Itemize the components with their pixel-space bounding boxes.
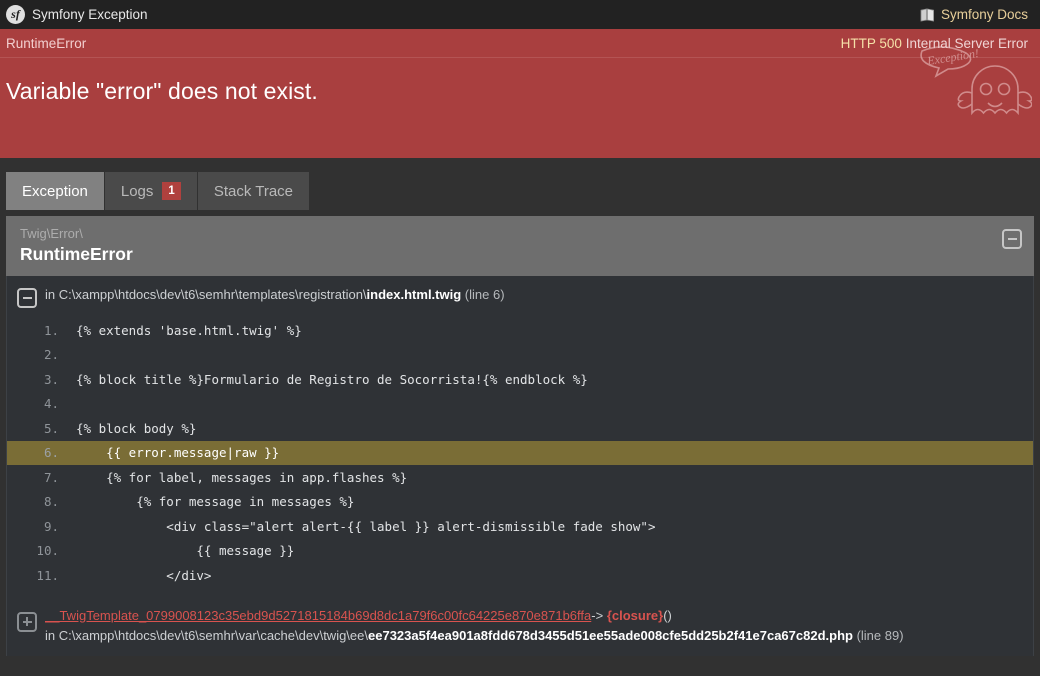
- code-line-number: 1.: [43, 322, 59, 338]
- closure-parens: (): [663, 607, 672, 623]
- compiled-path-file: ee7323a5f4ea901a8fdd678d3455d51ee55ade00…: [368, 627, 853, 643]
- error-message-wrap: Variable "error" does not exist.: [0, 58, 1040, 158]
- code-line: 9. <div class="alert alert-{{ label }} a…: [7, 514, 1033, 539]
- plus-icon-vertical: [26, 617, 28, 626]
- exception-namespace: Twig\Error\: [20, 226, 83, 241]
- code-line-source: {% extends 'base.html.twig' %}: [76, 322, 302, 338]
- code-line: 10. {{ message }}: [7, 539, 1033, 564]
- code-line-source: <div class="alert alert-{{ label }} aler…: [76, 518, 656, 534]
- code-line-source: {{ error.message|raw }}: [76, 445, 280, 461]
- code-line-number: 7.: [43, 469, 59, 485]
- expand-frame-toggle[interactable]: [17, 611, 37, 632]
- exception-mascot-icon: Exception!: [920, 46, 1032, 116]
- code-line-number: 2.: [43, 347, 59, 363]
- frame-path-prefix: in: [45, 287, 59, 302]
- logs-count-badge: 1: [162, 182, 181, 200]
- mascot-bubble-text: Exception!: [925, 46, 980, 68]
- compiled-line-number: (line 89): [856, 627, 904, 643]
- tab-logs[interactable]: Logs 1: [104, 172, 198, 210]
- symfony-logo-icon: sf: [6, 5, 25, 24]
- call-arrow: ->: [591, 607, 604, 623]
- compiled-path-prefix: in: [45, 627, 59, 643]
- frame-path-directory: C:\xampp\htdocs\dev\t6\semhr\templates\r…: [58, 287, 367, 302]
- tab-bar: Exception Logs 1 Stack Trace: [0, 158, 1040, 216]
- code-line-source: {% for label, messages in app.flashes %}: [76, 469, 408, 485]
- symfony-docs-label: Symfony Docs: [940, 7, 1028, 22]
- code-line: 7. {% for label, messages in app.flashes…: [7, 465, 1033, 490]
- brand-label: Symfony Exception: [32, 7, 148, 22]
- code-line-source: {{ message }}: [76, 543, 295, 559]
- exception-class-name: RuntimeError: [20, 244, 133, 264]
- code-line: 8. {% for message in messages %}: [7, 490, 1033, 515]
- code-line: 3. {% block title %}Formulario de Registr…: [7, 367, 1033, 392]
- code-line: 4.: [7, 392, 1033, 417]
- code-listing: 1. {% extends 'base.html.twig' %} 2. 3. {% b…: [7, 314, 1033, 598]
- closure-label: {closure}: [606, 607, 664, 623]
- trace-frame-header: in C:\xampp\htdocs\dev\t6\semhr\template…: [7, 276, 1033, 314]
- trace-frames: in C:\xampp\htdocs\dev\t6\semhr\template…: [6, 276, 1034, 598]
- exception-card: Twig\Error\ RuntimeError in C:\xampp\htd…: [6, 216, 1034, 656]
- code-line-number: 10.: [36, 543, 59, 559]
- code-line-source: {% block body %}: [76, 420, 197, 436]
- code-line-source: {% for message in messages %}: [76, 494, 355, 510]
- trace-frames-bottom: __TwigTemplate_0799008123c35ebd9d5271815…: [6, 597, 1034, 656]
- code-line-source: </div>: [76, 567, 212, 583]
- tab-logs-label: Logs: [120, 182, 154, 200]
- code-line: 1. {% extends 'base.html.twig' %}: [7, 318, 1033, 343]
- code-line: 5. {% block body %}: [7, 416, 1033, 441]
- code-line-number: 9.: [43, 518, 59, 534]
- exception-identity: Twig\Error\ RuntimeError: [20, 225, 133, 265]
- error-band-header: RuntimeError HTTP 500 Internal Server Er…: [0, 29, 1040, 58]
- brand: sf Symfony Exception: [6, 5, 148, 24]
- minus-icon: [1007, 238, 1017, 240]
- error-band: RuntimeError HTTP 500 Internal Server Er…: [0, 29, 1040, 158]
- frame-file-path: in C:\xampp\htdocs\dev\t6\semhr\template…: [45, 284, 505, 305]
- compiled-template-class[interactable]: __TwigTemplate_0799008123c35ebd9d5271815…: [45, 608, 591, 623]
- frame-path-file: index.html.twig: [366, 287, 462, 302]
- code-line-number: 3.: [43, 371, 59, 387]
- tab-exception-label: Exception: [22, 182, 88, 200]
- minus-icon: [22, 297, 32, 299]
- symfony-docs-link[interactable]: Symfony Docs: [920, 7, 1028, 22]
- code-line: 11. </div>: [7, 563, 1033, 588]
- error-message: Variable "error" does not exist.: [6, 78, 318, 104]
- code-line-number: 11.: [36, 567, 59, 583]
- code-line-number: 5.: [43, 420, 59, 436]
- code-line: 6. {{ error.message|raw }}: [7, 440, 1033, 465]
- compiled-frame-lines: __TwigTemplate_0799008123c35ebd9d5271815…: [45, 606, 1023, 646]
- trace-frame: in C:\xampp\htdocs\dev\t6\semhr\template…: [7, 276, 1033, 598]
- compiled-file-path: in C:\xampp\htdocs\dev\t6\semhr\var\cach…: [45, 626, 1023, 646]
- book-icon: [920, 8, 934, 21]
- collapse-exception-toggle[interactable]: [1002, 229, 1022, 249]
- tab-stack-trace-label: Stack Trace: [213, 182, 294, 200]
- compiled-path-directory: C:\xampp\htdocs\dev\t6\semhr\var\cache\d…: [58, 627, 368, 643]
- collapse-frame-toggle[interactable]: [17, 288, 37, 308]
- top-bar: sf Symfony Exception Symfony Docs: [0, 0, 1040, 29]
- trace-frame-compiled: __TwigTemplate_0799008123c35ebd9d5271815…: [7, 598, 1033, 656]
- code-line-source: {% block title %}Formulario de Registro …: [76, 371, 588, 387]
- code-line: 2.: [7, 343, 1033, 368]
- code-line-number: 6.: [43, 445, 59, 461]
- status-code: HTTP 500: [840, 35, 902, 51]
- code-line-number: 8.: [43, 494, 59, 510]
- frame-line-number: (line 6): [464, 287, 505, 302]
- code-line-number: 4.: [43, 396, 59, 412]
- exception-name: RuntimeError: [6, 35, 87, 51]
- exception-card-header: Twig\Error\ RuntimeError: [6, 216, 1034, 276]
- tab-stack-trace[interactable]: Stack Trace: [197, 172, 311, 210]
- tab-exception[interactable]: Exception: [6, 172, 105, 210]
- compiled-call-line: __TwigTemplate_0799008123c35ebd9d5271815…: [45, 606, 1023, 626]
